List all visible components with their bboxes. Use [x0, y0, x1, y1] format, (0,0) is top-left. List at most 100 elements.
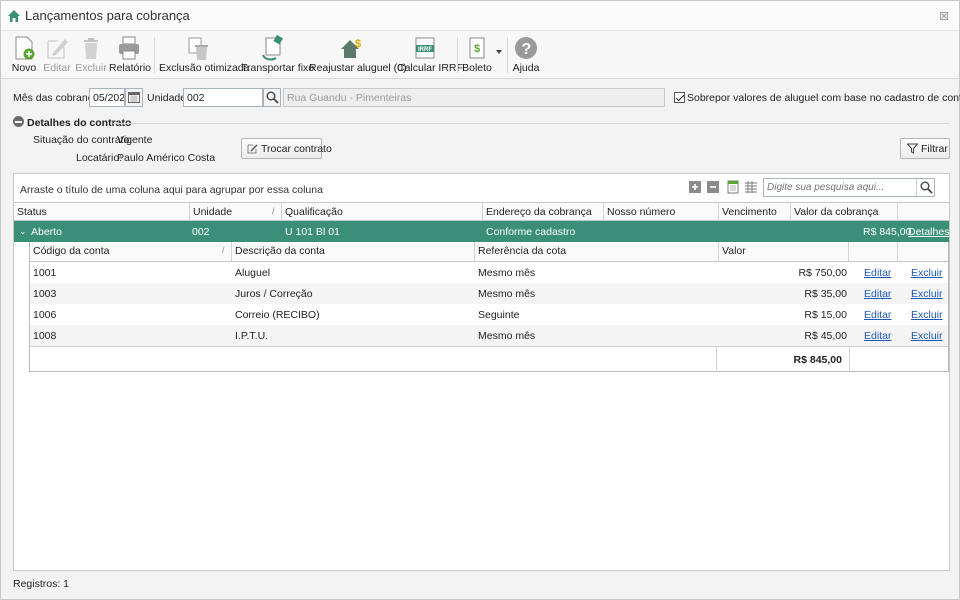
- unidade-input[interactable]: 002: [183, 88, 263, 107]
- window: Lançamentos para cobrança ☒ Novo Editar: [0, 0, 960, 600]
- detalhes-link[interactable]: Detalhes: [905, 221, 952, 242]
- batch-delete-icon: [188, 37, 208, 60]
- column-header-status[interactable]: Status: [14, 203, 190, 221]
- column-header-nosso-numero[interactable]: Nosso número: [604, 203, 719, 221]
- cell-codigo: 1006: [33, 309, 57, 321]
- cell-descricao: Aluguel: [235, 267, 271, 279]
- editar-link[interactable]: Editar: [861, 283, 894, 304]
- column-header-descricao[interactable]: Descrição da conta: [232, 242, 475, 261]
- sobrepor-checkbox[interactable]: [674, 92, 685, 103]
- data-grid: Arraste o título de uma coluna aqui para…: [13, 173, 950, 571]
- reajustar-aluguel-button[interactable]: $ Reajustar aluguel (0): [309, 33, 407, 77]
- editar-label: Editar: [43, 62, 71, 74]
- excluir-link[interactable]: Excluir: [908, 325, 946, 346]
- toolbar-separator: [154, 37, 155, 73]
- sort-indicator: /: [222, 245, 225, 255]
- irrf-icon: IRRF: [415, 37, 435, 59]
- novo-button[interactable]: Novo: [7, 33, 41, 77]
- collapse-icon[interactable]: [13, 116, 24, 127]
- table-row[interactable]: 1003 Juros / Correção Mesmo mês R$ 35,00…: [30, 283, 948, 304]
- column-header-valor[interactable]: Valor da cobrança: [791, 203, 898, 221]
- svg-text:?: ?: [522, 41, 532, 58]
- table-row[interactable]: 1008 I.P.T.U. Mesmo mês R$ 45,00 Editar …: [30, 325, 948, 346]
- situacao-value: Vigente: [117, 134, 153, 146]
- ajuda-button[interactable]: ? Ajuda: [511, 33, 541, 77]
- transportar-fixo-button[interactable]: Transportar fixo: [241, 33, 315, 77]
- excluir-link[interactable]: Excluir: [908, 262, 946, 283]
- column-header-codigo[interactable]: Código da conta: [30, 242, 232, 261]
- boleto-dropdown-button[interactable]: [493, 33, 505, 77]
- filtrar-button[interactable]: Filtrar: [900, 138, 950, 159]
- editar-link[interactable]: Editar: [861, 262, 894, 283]
- reajustar-aluguel-label: Reajustar aluguel (0): [309, 62, 407, 74]
- detail-grid-header: Código da conta / Descrição da conta Ref…: [30, 242, 948, 262]
- filtrar-label: Filtrar: [921, 143, 948, 155]
- boleto-button[interactable]: $ Boleto: [461, 33, 493, 77]
- sobrepor-label: Sobrepor valores de aluguel com base no …: [687, 92, 960, 104]
- close-icon[interactable]: ☒: [939, 10, 949, 23]
- grid-search-input[interactable]: [764, 179, 914, 196]
- column-header-endereco[interactable]: Endereço da cobrança: [483, 203, 604, 221]
- grid-search-button[interactable]: [916, 179, 934, 196]
- column-header-valor[interactable]: Valor: [719, 242, 849, 261]
- row-vencimento: [719, 221, 725, 242]
- column-header-unidade[interactable]: Unidade: [190, 203, 282, 221]
- detail-total: R$ 845,00: [793, 354, 842, 366]
- edit-icon: [47, 39, 68, 59]
- editar-link[interactable]: Editar: [861, 325, 894, 346]
- editar-link[interactable]: Editar: [861, 304, 894, 325]
- search-icon: [920, 181, 933, 194]
- table-row[interactable]: 1001 Aluguel Mesmo mês R$ 750,00 Editar …: [30, 262, 948, 283]
- column-header-vencimento[interactable]: Vencimento: [719, 203, 791, 221]
- trocar-contrato-button[interactable]: Trocar contrato: [241, 138, 332, 159]
- exclusao-otimizada-label: Exclusão otimizada: [159, 62, 250, 74]
- endereco-display: Rua Guandu - Pimenteiras: [283, 88, 665, 107]
- cell-codigo: 1008: [33, 330, 57, 342]
- boleto-icon: $: [469, 37, 485, 59]
- column-header-referencia[interactable]: Referência da cota: [475, 242, 719, 261]
- grid-search: [763, 178, 935, 197]
- cell-referencia: Mesmo mês: [478, 267, 536, 279]
- transportar-fixo-label: Transportar fixo: [241, 62, 315, 74]
- home-icon: [8, 10, 20, 22]
- excluir-link[interactable]: Excluir: [908, 304, 946, 325]
- novo-label: Novo: [11, 62, 37, 74]
- boleto-label: Boleto: [462, 62, 492, 74]
- cell-referencia: Mesmo mês: [478, 288, 536, 300]
- calendar-button[interactable]: [125, 88, 143, 107]
- table-row-selected[interactable]: ⌄ Aberto 002 U 101 Bl 01 Conforme cadast…: [14, 221, 949, 242]
- calendar-icon: [128, 92, 140, 103]
- toolbar: Novo Editar Excluir Relatório Exclusão o…: [1, 31, 959, 79]
- row-status: Aberto: [31, 226, 62, 238]
- transport-icon: [262, 35, 283, 61]
- exclusao-otimizada-button[interactable]: Exclusão otimizada: [159, 33, 250, 77]
- table-row[interactable]: 1006 Correio (RECIBO) Seguinte R$ 15,00 …: [30, 304, 948, 325]
- title-bar: Lançamentos para cobrança ☒: [1, 1, 959, 31]
- calcular-irrf-button[interactable]: IRRF Calcular IRRF: [397, 33, 463, 77]
- relatorio-button[interactable]: Relatório: [109, 33, 151, 77]
- window-title: Lançamentos para cobrança: [25, 8, 190, 23]
- cell-descricao: I.P.T.U.: [235, 330, 269, 342]
- collapse-all-icon[interactable]: [706, 180, 720, 194]
- sort-indicator: /: [272, 206, 275, 216]
- chevron-down-icon: [496, 50, 502, 54]
- mes-input[interactable]: 05/2020: [89, 88, 125, 107]
- status-registros: Registros: 1: [13, 578, 70, 590]
- row-endereco: Conforme cadastro: [486, 226, 576, 238]
- cell-codigo: 1001: [33, 267, 57, 279]
- excluir-link[interactable]: Excluir: [908, 283, 946, 304]
- excluir-label: Excluir: [75, 62, 107, 74]
- column-header-qualificacao[interactable]: Qualificação: [282, 203, 483, 221]
- edit-icon: [247, 144, 258, 154]
- section-divider: [113, 123, 949, 124]
- editar-button[interactable]: Editar: [41, 33, 73, 77]
- unidade-search-button[interactable]: [263, 88, 281, 107]
- calcular-irrf-label: Calcular IRRF: [397, 62, 463, 74]
- column-chooser-icon[interactable]: [744, 180, 758, 194]
- trash-icon: [84, 38, 98, 59]
- detail-grid-footer: R$ 845,00: [30, 346, 948, 370]
- help-icon: ?: [515, 37, 537, 59]
- expand-all-icon[interactable]: [688, 180, 702, 194]
- excluir-button[interactable]: Excluir: [75, 33, 107, 77]
- export-excel-icon[interactable]: [726, 180, 740, 194]
